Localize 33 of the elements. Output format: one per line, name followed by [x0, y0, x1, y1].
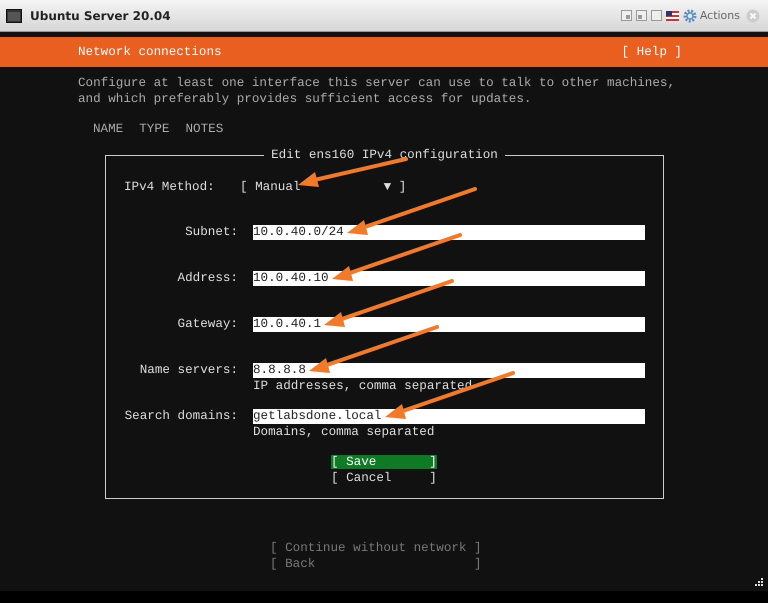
resize-grip-icon[interactable]: [754, 577, 764, 587]
input-field[interactable]: 8.8.8.8: [253, 363, 645, 378]
column-header: NAME: [93, 121, 124, 137]
terminal-icon: [6, 8, 22, 22]
field-label: Name servers:: [138, 363, 238, 378]
input-field[interactable]: getlabsdone.local: [253, 409, 645, 424]
screen-title: Network connections: [78, 45, 222, 59]
cancel-button[interactable]: [ Cancel ]: [331, 471, 437, 485]
method-dropdown[interactable]: [ Manual ▼ ]: [240, 179, 406, 225]
window-mode-icon[interactable]: [620, 10, 632, 21]
field-label: Subnet:: [184, 225, 238, 240]
field-label: Search domains:: [124, 409, 238, 424]
dialog-title: Edit ens160 IPv4 configuration: [270, 147, 499, 163]
field-label: IPv4 Method:: [124, 179, 216, 196]
continue-button[interactable]: [ Continue without network ]: [270, 540, 482, 556]
save-button[interactable]: [ Save ]: [331, 455, 437, 469]
field-hint: IP addresses, comma separated: [253, 379, 474, 394]
column-header: TYPE: [139, 121, 170, 137]
window-mode-icon[interactable]: [650, 10, 662, 21]
close-icon[interactable]: [746, 8, 760, 22]
input-field[interactable]: 10.0.40.10: [253, 271, 645, 286]
column-header: NOTES: [185, 121, 224, 137]
intro-text: Configure at least one interface this server can use to talk to other machines, and which preferably provides sufficient access for updates.: [78, 75, 676, 107]
field-hint: Domains, comma separated: [253, 425, 436, 440]
window-title: Ubuntu Server 20.04: [30, 8, 172, 22]
input-field[interactable]: 10.0.40.1: [253, 317, 645, 332]
field-label: Address:: [176, 271, 238, 286]
input-field[interactable]: 10.0.40.0/24: [253, 225, 645, 240]
window-mode-icon[interactable]: [636, 10, 647, 21]
back-button[interactable]: [ Back ]: [270, 556, 482, 572]
field-label: Gateway:: [176, 317, 238, 332]
flag-icon[interactable]: [666, 10, 679, 20]
actions-menu[interactable]: Actions: [700, 9, 740, 22]
